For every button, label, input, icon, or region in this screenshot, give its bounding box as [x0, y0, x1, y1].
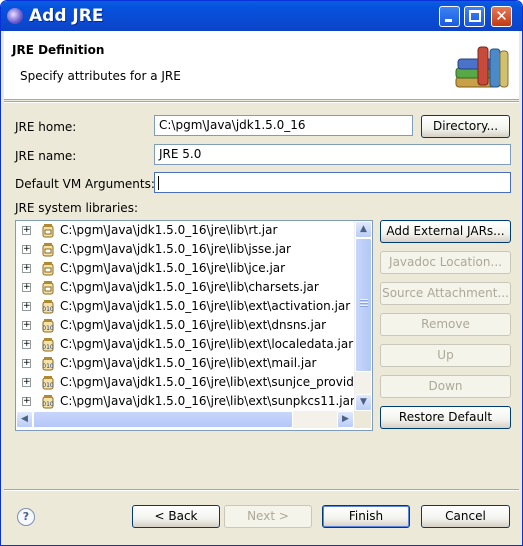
text-cursor [158, 176, 159, 190]
cancel-button[interactable]: Cancel [421, 505, 510, 528]
horizontal-scrollbar[interactable]: ◀ ▶ [16, 411, 354, 428]
jar-icon [42, 281, 54, 295]
jar-icon [42, 262, 54, 276]
expand-icon[interactable]: + [22, 359, 31, 368]
svg-text:010: 010 [42, 325, 54, 332]
add-jre-dialog: Add JRE ✕ JRE Definition Specify attribu… [0, 0, 523, 546]
add-external-jars-button[interactable]: Add External JARs... [380, 220, 511, 243]
wizard-banner: JRE Definition Specify attributes for a … [4, 31, 519, 100]
library-path: C:\pgm\Java\jdk1.5.0_16\jre\lib\ext\sunp… [60, 394, 355, 408]
jre-home-input[interactable]: C:\pgm\Java\jdk1.5.0_16 [154, 115, 413, 136]
library-path: C:\pgm\Java\jdk1.5.0_16\jre\lib\rt.jar [60, 223, 278, 237]
directory-button[interactable]: Directory... [421, 115, 510, 138]
banner-separator [4, 101, 519, 103]
libraries-tree[interactable]: + C:\pgm\Java\jdk1.5.0_16\jre\lib\rt.jar +… [15, 220, 373, 431]
binary-jar-icon: 010 [42, 319, 54, 333]
library-path: C:\pgm\Java\jdk1.5.0_16\jre\lib\ext\mail… [60, 356, 317, 370]
eclipse-icon [7, 8, 23, 24]
library-books-icon [455, 46, 509, 88]
library-path: C:\pgm\Java\jdk1.5.0_16\jre\lib\jce.jar [60, 261, 286, 275]
expand-icon[interactable]: + [22, 340, 31, 349]
binary-jar-icon: 010 [42, 376, 54, 390]
next-button[interactable]: Next > [224, 505, 312, 528]
banner-title: JRE Definition [12, 43, 105, 57]
finish-button[interactable]: Finish [322, 505, 410, 528]
library-path: C:\pgm\Java\jdk1.5.0_16\jre\lib\ext\acti… [60, 299, 351, 313]
maximize-icon [469, 10, 481, 22]
horizontal-scroll-thumb[interactable] [33, 411, 293, 428]
scroll-corner [354, 411, 371, 428]
expand-icon[interactable]: + [22, 397, 31, 406]
expand-icon[interactable]: + [22, 283, 31, 292]
vm-arguments-label: Default VM Arguments: [15, 177, 155, 191]
help-icon[interactable]: ? [17, 508, 35, 526]
down-button[interactable]: Down [380, 375, 511, 398]
javadoc-location-button[interactable]: Javadoc Location... [380, 251, 511, 274]
expand-icon[interactable]: + [22, 264, 31, 273]
minimize-button[interactable] [439, 6, 460, 27]
maximize-button[interactable] [464, 6, 485, 27]
svg-text:010: 010 [42, 401, 54, 408]
scroll-up-button[interactable]: ▲ [355, 221, 372, 238]
vertical-scrollbar[interactable]: ▲ ▼ [354, 221, 372, 411]
scroll-grip [360, 299, 368, 307]
expand-icon[interactable]: + [22, 378, 31, 387]
close-icon: ✕ [495, 7, 508, 25]
binary-jar-icon: 010 [42, 300, 54, 314]
jre-home-label: JRE home: [15, 120, 77, 134]
close-button[interactable]: ✕ [491, 6, 512, 27]
library-path: C:\pgm\Java\jdk1.5.0_16\jre\lib\ext\dnsn… [60, 318, 327, 332]
library-path: C:\pgm\Java\jdk1.5.0_16\jre\lib\charsets… [60, 280, 319, 294]
svg-text:010: 010 [42, 306, 54, 313]
back-button[interactable]: < Back [132, 505, 220, 528]
svg-text:010: 010 [42, 382, 54, 389]
jre-name-label: JRE name: [15, 149, 77, 163]
svg-text:010: 010 [42, 344, 54, 351]
remove-button[interactable]: Remove [380, 313, 511, 336]
library-path: C:\pgm\Java\jdk1.5.0_16\jre\lib\ext\loca… [60, 337, 354, 351]
title-bar[interactable]: Add JRE ✕ [1, 1, 522, 31]
banner-description: Specify attributes for a JRE [20, 69, 181, 83]
restore-default-button[interactable]: Restore Default [380, 406, 511, 429]
binary-jar-icon: 010 [42, 395, 54, 409]
vm-arguments-input[interactable] [154, 172, 511, 193]
library-path: C:\pgm\Java\jdk1.5.0_16\jre\lib\ext\sunj… [60, 375, 362, 389]
up-button[interactable]: Up [380, 344, 511, 367]
jre-name-input[interactable]: JRE 5.0 [154, 144, 511, 165]
scroll-down-button[interactable]: ▼ [355, 394, 372, 411]
expand-icon[interactable]: + [22, 245, 31, 254]
scroll-left-button[interactable]: ◀ [16, 411, 33, 428]
expand-icon[interactable]: + [22, 321, 31, 330]
vertical-scroll-thumb[interactable] [355, 238, 372, 372]
footer-separator [4, 489, 519, 491]
binary-jar-icon: 010 [42, 338, 54, 352]
jar-icon [42, 243, 54, 257]
svg-text:010: 010 [42, 363, 54, 370]
minimize-icon [445, 19, 452, 22]
jar-icon [42, 224, 54, 238]
scroll-right-button[interactable]: ▶ [337, 411, 354, 428]
window-title: Add JRE [29, 6, 104, 26]
binary-jar-icon: 010 [42, 357, 54, 371]
system-libraries-label: JRE system libraries: [15, 201, 138, 215]
library-path: C:\pgm\Java\jdk1.5.0_16\jre\lib\jsse.jar [60, 242, 291, 256]
expand-icon[interactable]: + [22, 226, 31, 235]
source-attachment-button[interactable]: Source Attachment... [380, 282, 511, 305]
expand-icon[interactable]: + [22, 302, 31, 311]
